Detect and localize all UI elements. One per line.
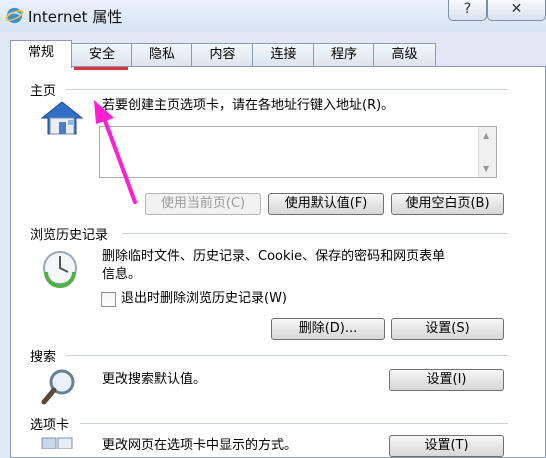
tab-label: 内容	[209, 47, 236, 62]
tab-label: 连接	[270, 47, 297, 62]
delete-history-button[interactable]: 删除(D)...	[271, 318, 385, 340]
history-description-line1: 删除临时文件、历史记录、Cookie、保存的密码和网页表单	[102, 249, 446, 264]
tab-advanced[interactable]: 高级	[373, 43, 436, 66]
history-clock-icon	[43, 251, 77, 288]
use-default-button[interactable]: 使用默认值(F)	[268, 193, 384, 215]
annotation-underline	[74, 67, 128, 70]
tabs-section-title: 选项卡	[30, 418, 70, 433]
delete-on-exit-checkbox[interactable]	[101, 292, 116, 307]
search-section-title: 搜索	[30, 350, 57, 365]
divider	[122, 233, 508, 234]
history-settings-button[interactable]: 设置(S)	[391, 318, 504, 340]
homepage-description: 若要创建主页选项卡，请在各地址行键入地址(R)。	[102, 98, 395, 113]
help-button[interactable]: ?	[448, 0, 487, 21]
tab-connections[interactable]: 连接	[252, 43, 315, 66]
history-description-line2: 信息。	[102, 267, 142, 282]
tab-label: 常规	[27, 45, 54, 60]
tabs-settings-button[interactable]: 设置(T)	[389, 435, 504, 457]
use-blank-button[interactable]: 使用空白页(B)	[391, 193, 504, 215]
divider	[66, 355, 508, 356]
divider	[66, 89, 508, 90]
scroll-down-icon[interactable]: ▼	[483, 164, 489, 173]
search-magnifier-icon	[41, 369, 75, 405]
tab-security[interactable]: 安全	[71, 43, 133, 66]
search-settings-button[interactable]: 设置(I)	[389, 369, 504, 391]
tab-label: 高级	[391, 47, 418, 62]
use-current-button[interactable]: 使用当前页(C)	[145, 193, 261, 215]
window-title: Internet 属性	[28, 8, 123, 26]
delete-on-exit-label[interactable]: 退出时删除浏览历史记录(W)	[121, 290, 287, 308]
history-section-title: 浏览历史记录	[30, 228, 109, 243]
divider	[80, 423, 508, 424]
homepage-url-input[interactable]: ▲ ▼	[99, 126, 497, 178]
tabs-description: 更改网页在选项卡中显示的方式。	[102, 438, 298, 453]
tab-general[interactable]: 常规	[10, 40, 72, 68]
tabs-icon	[41, 437, 73, 449]
internet-explorer-icon	[5, 7, 24, 24]
close-button[interactable]: ✕	[487, 0, 546, 21]
url-scrollbar[interactable]: ▲ ▼	[478, 127, 496, 177]
house-icon	[40, 101, 84, 135]
tab-programs[interactable]: 程序	[313, 43, 375, 66]
title-bar: Internet 属性 ? ✕	[0, 0, 546, 32]
homepage-section-title: 主页	[30, 84, 57, 99]
scroll-up-icon[interactable]: ▲	[483, 131, 489, 140]
tab-content[interactable]: 内容	[191, 43, 254, 66]
tab-privacy[interactable]: 隐私	[131, 43, 193, 66]
tab-label: 隐私	[148, 47, 175, 62]
search-description: 更改搜索默认值。	[102, 372, 207, 387]
tab-label: 安全	[88, 47, 115, 62]
tab-label: 程序	[330, 47, 357, 62]
